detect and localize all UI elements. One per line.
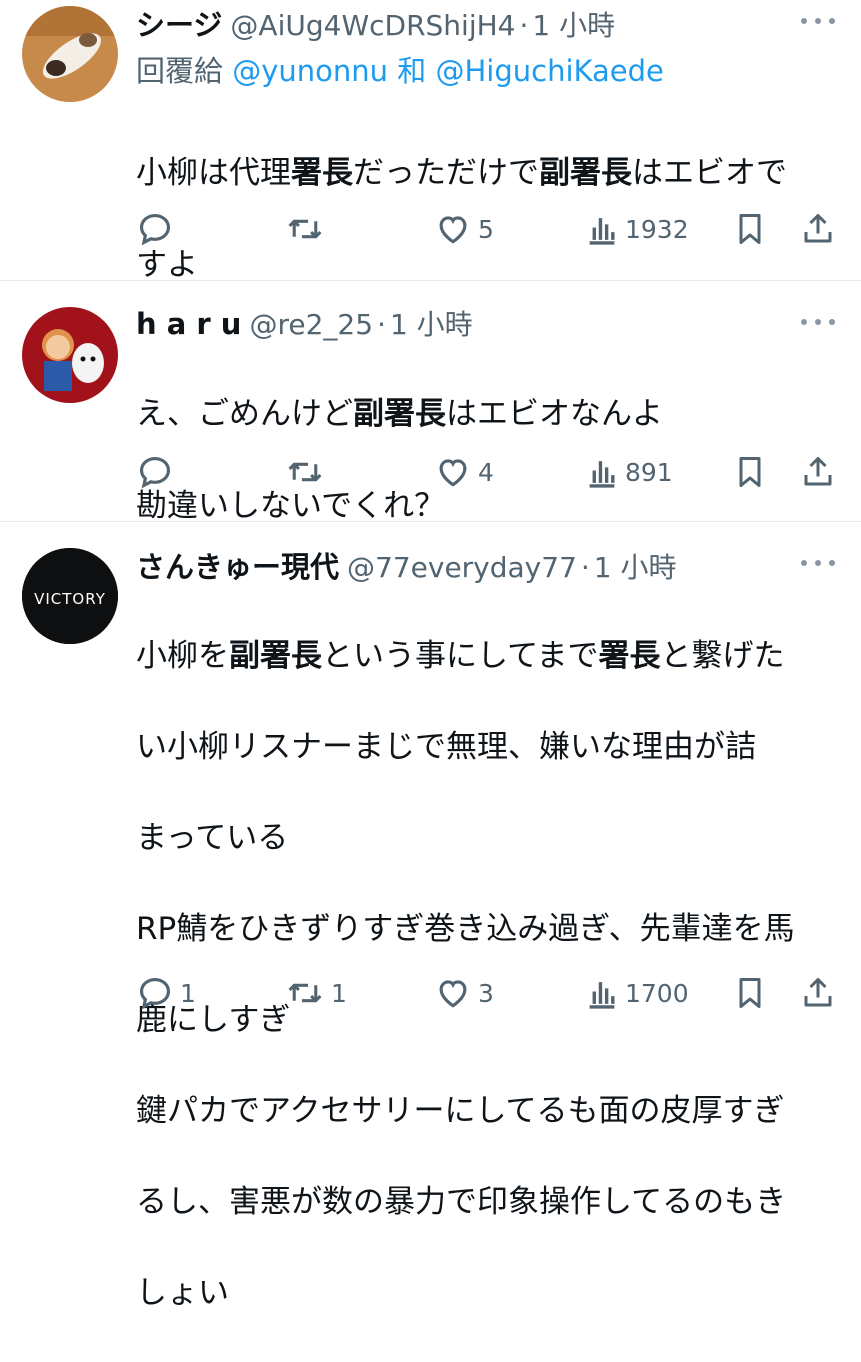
- tweet-text-line: RP鯖をひきずりすぎ巻き込み過ぎ、先輩達を馬: [136, 910, 795, 947]
- reply-button[interactable]: [136, 210, 180, 248]
- views-button[interactable]: 891: [585, 453, 673, 491]
- reply-icon: [139, 977, 171, 1010]
- retweet-button[interactable]: 1: [285, 974, 347, 1012]
- more-icon[interactable]: [801, 317, 835, 327]
- tweet-text-line: るし、害悪が数の暴力で印象操作してるのもき: [136, 1183, 787, 1220]
- share-icon: [804, 214, 832, 243]
- like-button[interactable]: 4: [434, 453, 494, 491]
- like-icon: [439, 980, 467, 1008]
- display-name[interactable]: さんきゅー現代: [136, 544, 339, 586]
- like-button[interactable]: 5: [434, 210, 494, 248]
- tweet-actions: 4 891: [0, 453, 861, 497]
- share-button[interactable]: [800, 974, 836, 1012]
- tweet-text-line: い小柳リスナーまじで無理、嫌いな理由が詰: [136, 728, 756, 765]
- views-icon: [589, 461, 615, 488]
- avatar[interactable]: VICTORY: [22, 548, 118, 644]
- like-button[interactable]: 3: [434, 974, 494, 1012]
- mention-link[interactable]: @HiguchiKaede: [436, 54, 664, 88]
- retweet-icon: [288, 219, 322, 239]
- share-icon: [804, 978, 832, 1007]
- tweet[interactable]: h a r u @re2_25 · 1 小時 え、ごめんけど副署長はエビオなんよ…: [0, 281, 861, 524]
- like-count: 4: [478, 457, 494, 487]
- reply-count: 1: [180, 978, 196, 1008]
- tweet-text-line: え、ごめんけど副署長はエビオなんよ: [136, 396, 663, 432]
- user-handle[interactable]: @re2_25: [249, 308, 373, 341]
- separator-dot: ·: [377, 308, 386, 341]
- tweet[interactable]: VICTORY さんきゅー現代 @77everyday77 · 1 小時 小柳を…: [0, 522, 861, 1311]
- views-button[interactable]: 1932: [585, 210, 689, 248]
- timestamp[interactable]: 1 小時: [390, 303, 473, 343]
- avatar[interactable]: [22, 6, 118, 102]
- separator-dot: ·: [519, 9, 529, 42]
- reply-to-label: 回覆給: [136, 54, 224, 88]
- like-count: 5: [478, 214, 494, 244]
- like-icon: [439, 459, 467, 487]
- tweet-actions: 1 1 3 1700: [0, 974, 861, 1018]
- separator-dot: ·: [580, 551, 590, 584]
- reply-button[interactable]: [136, 453, 180, 491]
- bookmark-button[interactable]: [735, 210, 765, 248]
- retweet-button[interactable]: [285, 453, 331, 491]
- bookmark-button[interactable]: [735, 453, 765, 491]
- reply-icon: [139, 456, 171, 489]
- retweet-button[interactable]: [285, 210, 331, 248]
- bookmark-icon: [739, 214, 761, 244]
- more-icon[interactable]: [801, 16, 835, 26]
- bookmark-icon: [739, 978, 761, 1008]
- timestamp[interactable]: 1 小時: [532, 4, 615, 44]
- tweet-text-line: 小柳を副署長という事にしてまで署長と繋げた: [136, 637, 785, 674]
- timestamp[interactable]: 1 小時: [594, 546, 677, 586]
- views-count: 891: [625, 457, 673, 487]
- views-count: 1700: [625, 978, 689, 1008]
- avatar-text: VICTORY: [34, 590, 106, 608]
- bookmark-icon: [739, 457, 761, 487]
- reply-button[interactable]: 1: [136, 974, 196, 1012]
- tweet-header: h a r u @re2_25 · 1 小時: [136, 303, 791, 343]
- share-button[interactable]: [800, 453, 836, 491]
- retweet-icon: [288, 983, 322, 1003]
- views-count: 1932: [625, 214, 689, 244]
- share-icon: [804, 457, 832, 486]
- retweet-icon: [288, 462, 322, 482]
- user-handle[interactable]: @77everyday77: [347, 551, 577, 584]
- tweet-text-line: 小柳は代理署長だっただけで副署長はエビオで: [136, 155, 787, 191]
- reply-icon: [139, 213, 171, 246]
- tweet-text-line: しょい: [136, 1274, 229, 1311]
- views-button[interactable]: 1700: [585, 974, 689, 1012]
- retweet-count: 1: [331, 978, 347, 1008]
- tweet-header: シージ @AiUg4WcDRShijH4 · 1 小時: [136, 2, 791, 42]
- mention-and: 和: [397, 54, 427, 88]
- mention-link[interactable]: @yunonnu: [232, 54, 388, 88]
- views-icon: [589, 982, 615, 1009]
- like-icon: [439, 216, 467, 244]
- like-count: 3: [478, 978, 494, 1008]
- more-icon[interactable]: [801, 558, 835, 568]
- views-icon: [589, 218, 615, 245]
- display-name[interactable]: h a r u: [136, 307, 241, 341]
- tweet[interactable]: シージ @AiUg4WcDRShijH4 · 1 小時 回覆給 @yunonnu…: [0, 0, 861, 283]
- share-button[interactable]: [800, 210, 836, 248]
- tweet-header: さんきゅー現代 @77everyday77 · 1 小時: [136, 544, 791, 584]
- display-name[interactable]: シージ: [136, 2, 222, 44]
- user-handle[interactable]: @AiUg4WcDRShijH4: [230, 9, 515, 42]
- bookmark-button[interactable]: [735, 974, 765, 1012]
- tweet-text-line: 鍵パカでアクセサリーにしてるも面の皮厚すぎ: [136, 1092, 785, 1129]
- reply-to-line: 回覆給 @yunonnu 和 @HiguchiKaede: [136, 48, 664, 90]
- avatar[interactable]: [22, 307, 118, 403]
- tweet-actions: 5 1932: [0, 210, 861, 254]
- tweet-text-line: まっている: [136, 819, 289, 856]
